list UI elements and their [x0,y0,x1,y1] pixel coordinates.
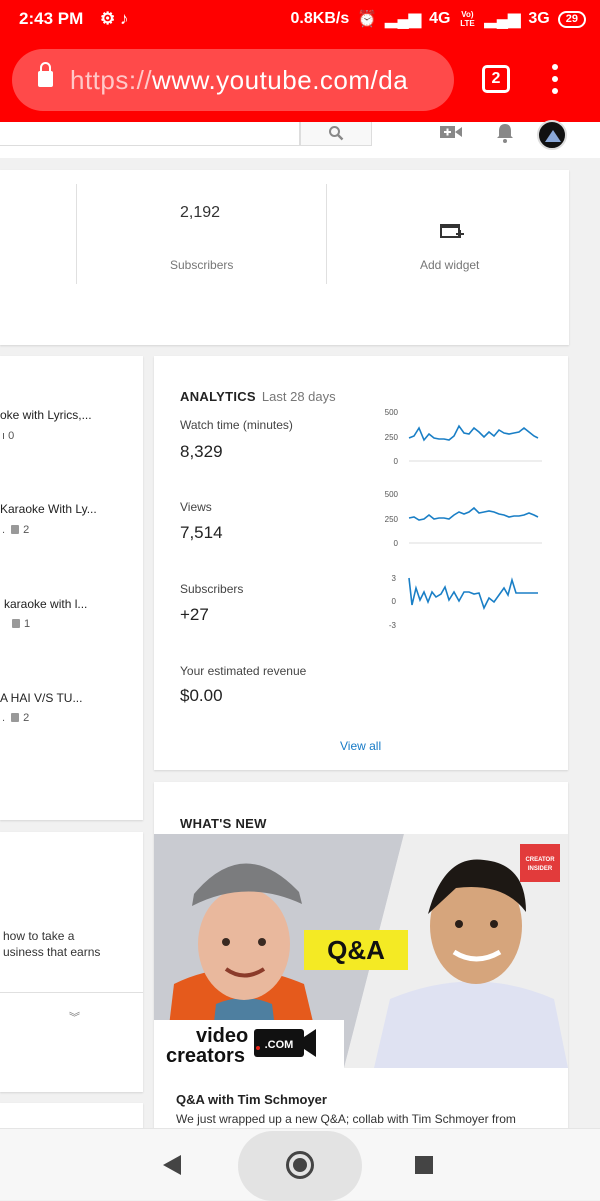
brand-com: .COM [265,1039,294,1051]
video-title[interactable]: karaoke with l... [4,597,87,611]
thumbnail-image: CREATOR INSIDER Q&A video creators .COM [154,834,568,1068]
tiktok-icon: ♪ [119,9,129,28]
dislike-icon [11,713,20,722]
metric-value: 7,514 [180,523,223,542]
browser-toolbar: https://www.youtube.com/da 2 [0,38,600,122]
axis-label: 0 [392,597,397,606]
add-widget-icon[interactable] [440,222,464,240]
url-bar[interactable]: https://www.youtube.com/da [12,49,454,111]
metric-label: Views [180,500,212,514]
dislike-icon [11,525,20,534]
views-sparkline: 500 250 0 [385,490,542,548]
channel-stats-card: 2,192 Subscribers Add widget [0,170,569,345]
volte-icon: Vo) LTE [460,10,475,28]
recent-videos-card: oke with Lyrics,... ı 0 Karaoke With Ly.… [0,356,143,820]
view-all-link[interactable]: View all [340,739,381,753]
video-dislikes: 1 [12,618,30,630]
metric-value: 8,329 [180,442,223,461]
clock: 2:43 PM [19,9,84,28]
video-title[interactable]: Karaoke With Ly... [0,502,97,516]
qa-label: Q&A [327,935,385,965]
back-icon[interactable] [163,1155,181,1175]
expand-chevron-icon[interactable]: ︾ [69,1009,80,1025]
video-title[interactable]: oke with Lyrics,... [0,408,92,422]
brand-line2: creators [166,1045,245,1067]
axis-label: 0 [394,457,399,466]
divider [76,184,77,284]
tab-switcher-button[interactable]: 2 [482,65,510,93]
brand-line1: video [196,1025,248,1047]
dislike-icon [12,619,20,628]
video-title[interactable]: A HAI V/S TU... [0,691,82,705]
upload-video-icon[interactable] [440,124,462,140]
whats-new-card: WHAT'S NEW CREATOR INSIDER Q&A video cre… [154,782,568,1142]
metric-value: +27 [180,605,209,624]
video-dislikes: . 2 [2,712,30,724]
network-type-2: 3G [528,10,550,27]
whats-new-heading: WHAT'S NEW [180,816,267,831]
axis-label: 3 [392,574,397,583]
creator-badge-line2: INSIDER [528,866,553,872]
search-button[interactable] [300,122,372,146]
ideas-text[interactable]: how to take a usiness that earns [3,928,100,960]
axis-label: 500 [385,408,399,417]
metric-label: Subscribers [180,582,244,596]
search-input[interactable] [0,122,300,146]
axis-label: -3 [389,621,397,630]
network-speed: 0.8KB/s [290,10,350,27]
axis-label: 0 [394,539,399,548]
video-dislikes: . 2 [2,524,30,536]
notifications-bell-icon[interactable] [495,122,515,144]
creator-badge-line1: CREATOR [525,857,555,863]
divider [326,184,327,284]
subscribers-sparkline: 3 0 -3 [389,574,538,630]
subscribers-label: Subscribers [170,258,234,272]
analytics-card: ANALYTICS Last 28 days Watch time (minute… [154,356,568,770]
youtube-header [0,120,600,158]
lock-icon [38,62,53,87]
metric-label: Watch time (minutes) [180,418,293,432]
divider [0,992,143,993]
video-thumbnail[interactable]: CREATOR INSIDER Q&A video creators .COM [154,834,568,1068]
signal-icon: ▂▄▆ [385,11,422,28]
watch-time-sparkline: 500 250 0 [385,408,542,466]
status-right: 0.8KB/s ⏰ ▂▄▆ 4G Vo) LTE ▂▄▆ 3G 29 [291,9,586,29]
signal-icon-2: ▂▄▆ [484,11,521,28]
uc-browser-icon: ⚙ [100,9,116,28]
ideas-card: how to take a usiness that earns ︾ [0,832,143,1092]
url-scheme: https:// [70,65,153,95]
alarm-icon: ⏰ [357,11,378,28]
axis-label: 500 [385,490,399,499]
metric-label: Your estimated revenue [180,664,307,678]
notification-icons: ⚙ ♪ [100,9,128,29]
url-host: www.youtube.com/da [152,65,409,95]
news-title[interactable]: Q&A with Tim Schmoyer [176,1092,327,1107]
search-icon [329,126,344,141]
metric-value: $0.00 [180,686,223,705]
news-description: We just wrapped up a new Q&A; collab wit… [176,1112,516,1126]
battery-icon: 29 [557,10,586,28]
home-icon[interactable] [286,1151,314,1179]
axis-label: 250 [385,433,399,442]
recent-apps-icon[interactable] [415,1156,433,1174]
avatar[interactable] [537,120,567,150]
network-type-1: 4G [429,10,451,27]
navigation-bar [0,1128,600,1201]
video-dislikes: ı 0 [2,430,15,442]
analytics-period: Last 28 days [261,389,336,404]
analytics-heading: ANALYTICS Last 28 days [180,389,336,404]
subscribers-count: 2,192 [180,204,221,221]
axis-label: 250 [385,515,399,524]
browser-menu-icon[interactable] [552,64,558,96]
url-text[interactable]: https://www.youtube.com/da [70,65,408,96]
status-bar: 2:43 PM ⚙ ♪ 0.8KB/s ⏰ ▂▄▆ 4G Vo) LTE ▂▄▆… [0,0,600,38]
add-widget-button[interactable]: Add widget [420,258,479,272]
